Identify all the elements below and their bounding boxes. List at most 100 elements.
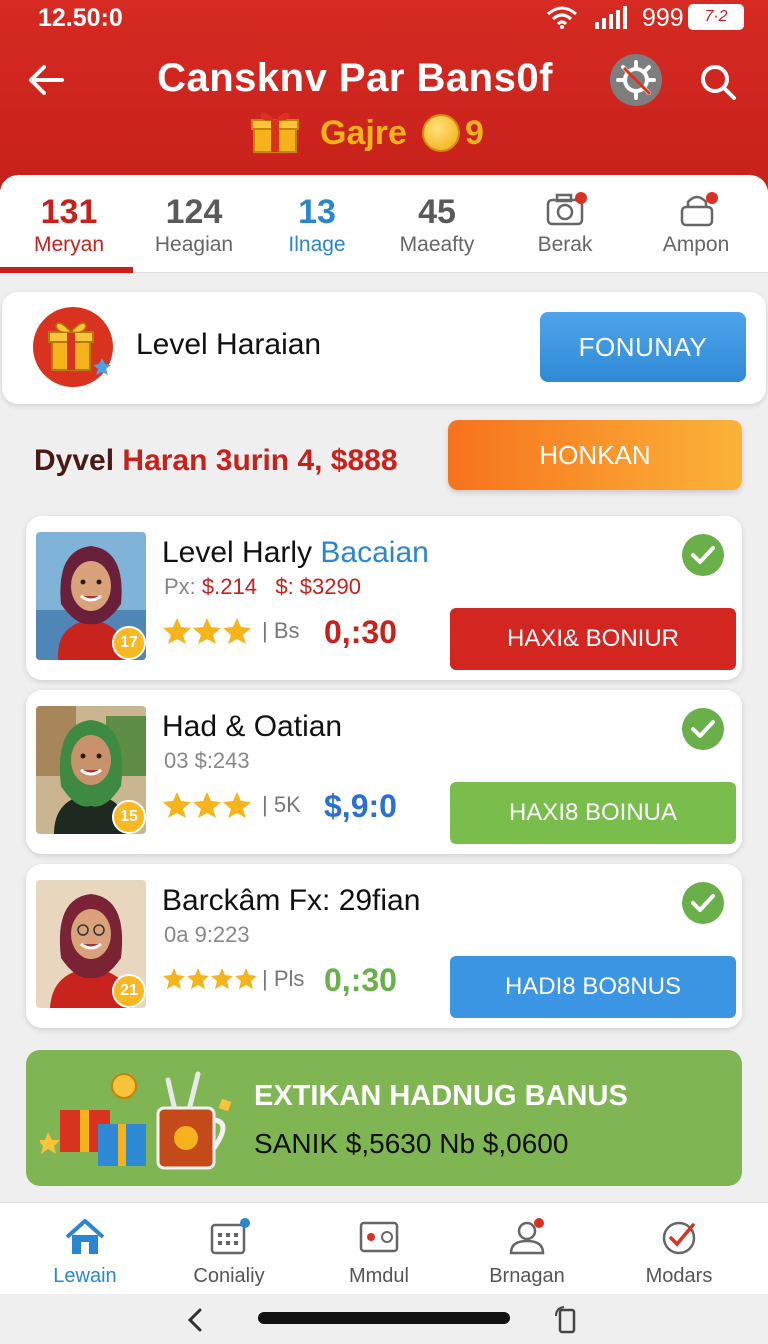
item-value: 0,:30: [324, 962, 397, 998]
subtitle-text: Gajre: [320, 114, 407, 152]
tab-count: 13: [298, 193, 336, 231]
tab-label: Maeafty: [399, 233, 475, 256]
check-icon: [682, 708, 724, 750]
status-bar: 12.50:0 999 7·2: [0, 0, 768, 36]
tab-label: Meryan: [33, 233, 105, 256]
card-icon: [359, 1221, 399, 1253]
home-gesture-bar[interactable]: [258, 1312, 510, 1324]
rating-stars-icon: [163, 618, 251, 644]
item-meta: | 5K: [262, 792, 301, 817]
nav-item-brnagan[interactable]: Brnagan: [452, 1203, 602, 1295]
rank-badge: 21: [112, 974, 146, 1008]
item-sub-value: $.214: [201, 574, 257, 599]
daily-action-button[interactable]: HONKAN: [448, 420, 742, 490]
item-subtitle: 0a 9:223: [164, 922, 250, 948]
daily-text: Haran 3urin 4, $888: [122, 444, 398, 477]
coin-icon: [422, 114, 460, 152]
bonus-amounts: SANIK $,5630 Nb $,0600: [254, 1128, 569, 1159]
nav-item-lewain[interactable]: Lewain: [10, 1203, 160, 1295]
item-action-button[interactable]: HAXI& BONIUR: [450, 608, 736, 670]
item-subtitle: Px: $.214 $: $3290: [164, 574, 361, 600]
tab-heagian[interactable]: 124 Heagian: [130, 175, 258, 273]
gift-icon: [251, 112, 299, 153]
calendar-icon: [210, 1218, 250, 1255]
nav-label: Mmdul: [348, 1265, 409, 1287]
item-title: Level Harly Bacaian: [162, 536, 429, 570]
item-sub-prefix: 03 $:243: [164, 748, 250, 773]
system-navigation-bar: [0, 1294, 768, 1344]
item-value: $,9:0: [324, 788, 397, 824]
tab-ilnage[interactable]: 13 Ilnage: [253, 175, 381, 273]
item-title-accent: Bacaian: [320, 536, 429, 569]
tab-meryan[interactable]: 131 Meryan: [5, 175, 133, 273]
app-header: 12.50:0 999 7·2 Cansknv Par Bans0f Gajre…: [0, 0, 768, 190]
check-icon: [682, 882, 724, 924]
item-title-main: Barckâm Fx: 29fian: [162, 884, 421, 917]
item-value: 0,:30: [324, 614, 397, 650]
rank-badge: 15: [112, 800, 146, 834]
item-title: Had & Oatian: [162, 710, 342, 744]
item-subtitle: 03 $:243: [164, 748, 250, 774]
rating-stars-icon: [163, 792, 251, 818]
gear-icon: [616, 60, 656, 100]
status-time: 12.50:0: [38, 4, 123, 32]
nav-label: Brnagan: [489, 1265, 565, 1287]
lock-icon: [680, 192, 718, 227]
subtitle-row: Gajre 9: [250, 108, 510, 156]
subtitle-number: 9: [465, 114, 484, 152]
user-icon: [509, 1218, 545, 1255]
nav-label: Lewain: [53, 1265, 117, 1287]
level-action-button[interactable]: FONUNAY: [540, 312, 746, 382]
settings-button[interactable]: [610, 54, 662, 106]
back-arrow-icon[interactable]: [24, 58, 68, 102]
level-name: Level Haraian: [136, 328, 322, 361]
tab-count: 124: [165, 193, 223, 231]
badge-icon: [662, 1221, 696, 1255]
camera-icon: [546, 192, 587, 226]
item-sub-prefix: 0a 9:223: [164, 922, 250, 947]
category-tabs: 131 Meryan 124 Heagian 13 Ilnage 45 Maea…: [0, 175, 768, 273]
page-title: Cansknv Par Bans0f: [157, 56, 553, 100]
tab-maeafty[interactable]: 45 Maeafty: [373, 175, 501, 273]
daily-prefix: Dyvel: [34, 444, 115, 477]
home-icon: [65, 1219, 105, 1254]
tab-label: Ilnage: [288, 233, 346, 256]
signal-icon: [595, 6, 627, 29]
rating-stars-icon: [163, 968, 257, 989]
list-item: 21 Barckâm Fx: 29fian 0a 9:223 | Pls 0,:…: [26, 864, 742, 1028]
active-tab-indicator: [0, 267, 133, 273]
tab-label: Berak: [537, 233, 593, 256]
search-icon[interactable]: [696, 60, 740, 104]
tab-count: 45: [418, 193, 456, 231]
item-title-main: Had & Oatian: [162, 710, 343, 743]
nav-item-modars[interactable]: Modars: [604, 1203, 754, 1295]
tab-count: 131: [40, 193, 98, 231]
rank-badge: 17: [112, 626, 146, 660]
item-action-button[interactable]: HAXI8 BOINUA: [450, 782, 736, 844]
tab-berak[interactable]: Berak: [501, 175, 629, 273]
item-meta: | Bs: [262, 618, 300, 643]
level-card: Level Haraian FONUNAY: [2, 292, 766, 404]
item-action-button[interactable]: HADI8 BO8NUS: [450, 956, 736, 1018]
tab-label: Heagian: [154, 233, 234, 256]
item-title: Barckâm Fx: 29fian: [162, 884, 420, 918]
daily-summary: Dyvel Haran 3urin 4, $888: [34, 444, 398, 478]
item-title-main: Level Harly: [162, 536, 313, 569]
nav-item-conialiy[interactable]: Conialiy: [154, 1203, 304, 1295]
battery-icon: 7·2: [688, 4, 744, 30]
bonus-title: EXTIKAN HADNUG BANUS: [254, 1080, 628, 1112]
tab-ampon[interactable]: Ampon: [632, 175, 760, 273]
battery-percent: 999: [642, 4, 684, 32]
gift-badge-icon: [33, 307, 113, 387]
nav-item-mmdul[interactable]: Mmdul: [304, 1203, 454, 1295]
bonus-banner[interactable]: EXTIKAN HADNUG BANUS SANIK $,5630 Nb $,0…: [26, 1050, 742, 1186]
item-sub-prefix: Px:: [164, 574, 196, 599]
bottom-navigation: Lewain Conialiy Mmdul Brnagan Modars: [0, 1202, 768, 1294]
system-back-icon[interactable]: [184, 1306, 208, 1334]
rotate-icon[interactable]: [552, 1304, 582, 1336]
list-item: 15 Had & Oatian 03 $:243 | 5K $,9:0 HAXI…: [26, 690, 742, 854]
wifi-icon: [547, 6, 577, 29]
nav-label: Conialiy: [193, 1265, 265, 1287]
tab-label: Ampon: [662, 233, 730, 256]
item-meta: | Pls: [262, 966, 305, 991]
